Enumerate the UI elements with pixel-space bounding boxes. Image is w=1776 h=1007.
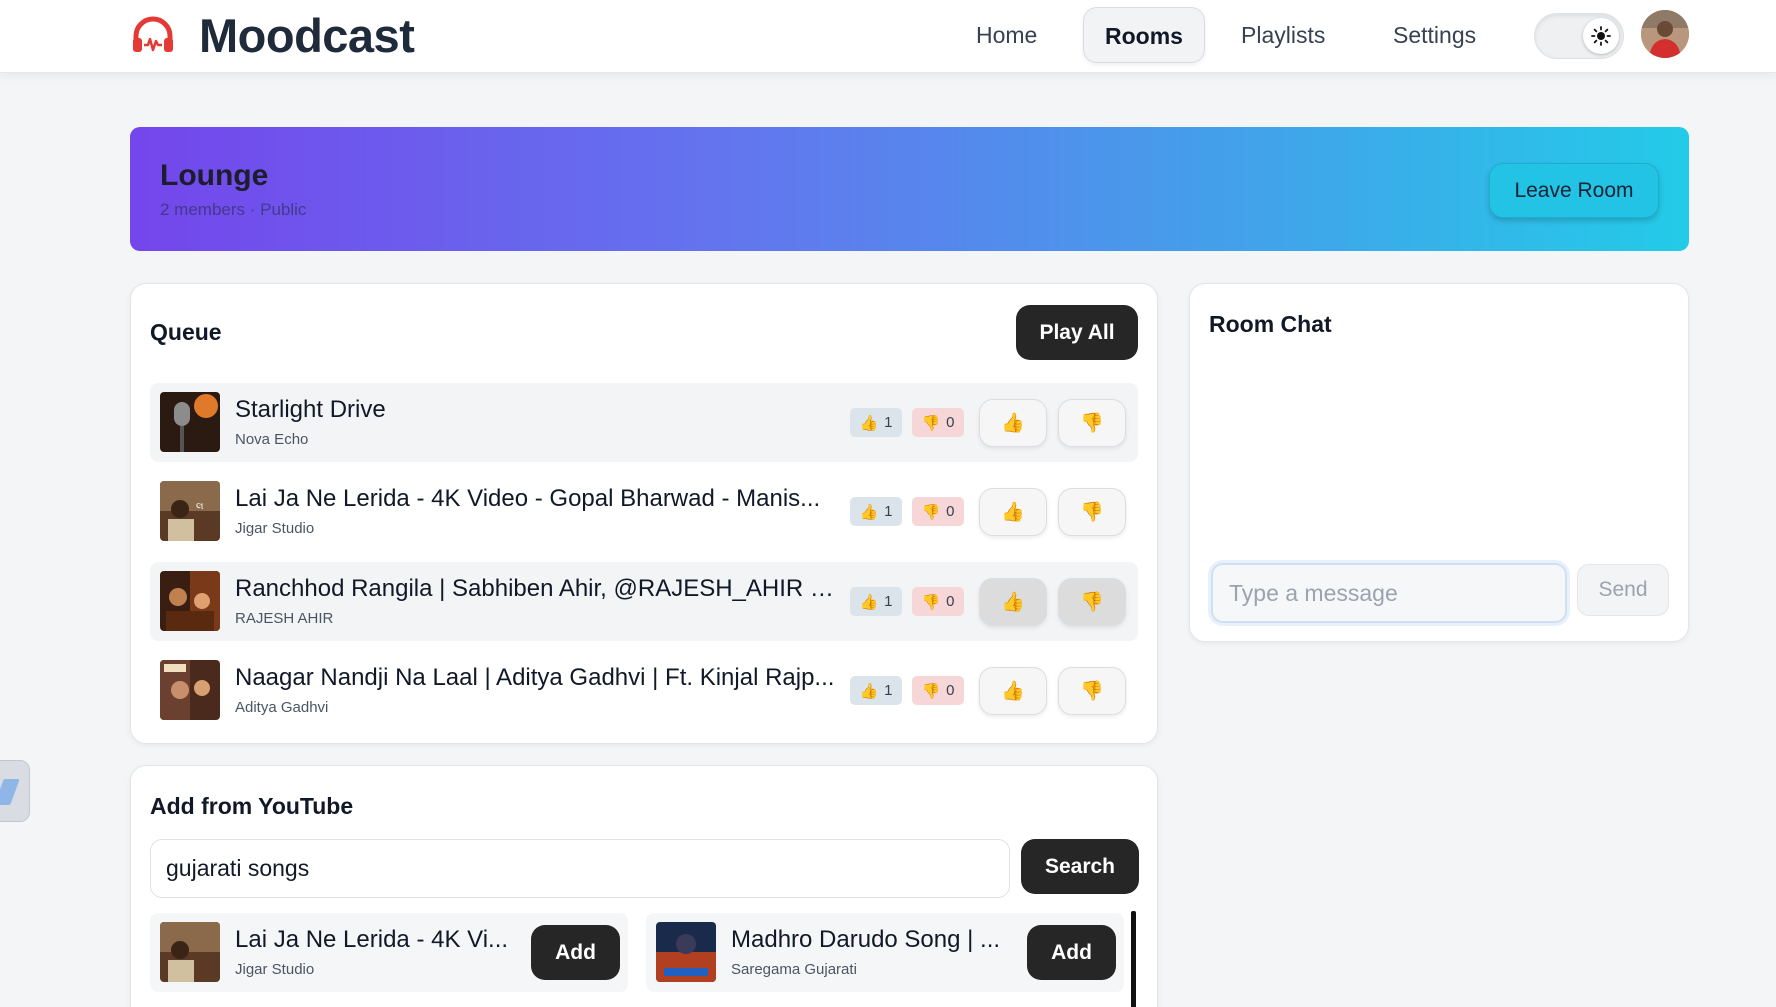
- svg-text:લ: લ: [196, 501, 204, 512]
- room-name: Lounge: [160, 159, 269, 192]
- thumbs-down-icon: 👎: [921, 682, 941, 700]
- like-count: 1: [884, 414, 893, 431]
- thumbs-up-icon: 👍: [859, 682, 879, 700]
- like-count-badge: 👍 1: [850, 408, 902, 437]
- chat-title: Room Chat: [1209, 311, 1332, 337]
- track-title: Ranchhod Rangila | Sabhiben Ahir, @RAJES…: [235, 575, 835, 602]
- queue-title: Queue: [150, 319, 222, 345]
- track-artist: Jigar Studio: [235, 520, 315, 537]
- thumbs-up-icon: 👍: [1001, 413, 1025, 434]
- thumbs-up-icon: 👍: [859, 503, 879, 521]
- dislike-button[interactable]: 👎: [1058, 667, 1126, 715]
- track-artist: RAJESH AHIR: [235, 610, 334, 627]
- room-chat-card: Room Chat Send: [1189, 283, 1689, 642]
- track-thumbnail: [160, 660, 220, 720]
- track-title: Lai Ja Ne Lerida - 4K Video - Gopal Bhar…: [235, 485, 821, 512]
- room-meta: 2 members · Public: [160, 200, 307, 219]
- app-brand[interactable]: Moodcast: [199, 8, 415, 63]
- result-channel: Jigar Studio: [235, 961, 315, 978]
- youtube-title: Add from YouTube: [150, 793, 354, 819]
- thumbs-up-icon: 👍: [859, 414, 879, 432]
- like-count: 1: [884, 682, 893, 699]
- nav-playlists[interactable]: Playlists: [1220, 7, 1346, 63]
- nav-settings[interactable]: Settings: [1372, 7, 1497, 63]
- add-button[interactable]: Add: [1027, 925, 1116, 980]
- dislike-count-badge: 👎 0: [912, 497, 964, 526]
- thumbs-up-icon: 👍: [859, 593, 879, 611]
- search-result[interactable]: Lai Ja Ne Lerida - 4K Vi... Jigar Studio…: [150, 913, 628, 992]
- like-count: 1: [884, 503, 893, 520]
- leave-room-button[interactable]: Leave Room: [1489, 163, 1659, 218]
- thumbs-down-icon: 👎: [921, 503, 941, 521]
- search-button[interactable]: Search: [1021, 839, 1139, 894]
- dislike-count: 0: [946, 593, 955, 610]
- dislike-count: 0: [946, 682, 955, 699]
- results-scrollbar[interactable]: [1131, 911, 1136, 1007]
- side-widget-tab[interactable]: [0, 760, 30, 822]
- queue-item[interactable]: Starlight Drive Nova Echo 👍 1 👎 0 👍 👎: [150, 383, 1138, 462]
- search-result[interactable]: Madhro Darudo Song | ... Saregama Gujara…: [646, 913, 1124, 992]
- lightning-icon: [0, 779, 20, 805]
- nav-home[interactable]: Home: [955, 7, 1058, 63]
- dislike-count: 0: [946, 503, 955, 520]
- dislike-count-badge: 👎 0: [912, 676, 964, 705]
- track-artist: Nova Echo: [235, 431, 309, 448]
- thumbs-up-icon: 👍: [1001, 502, 1025, 523]
- like-count-badge: 👍 1: [850, 676, 902, 705]
- theme-toggle[interactable]: [1534, 13, 1624, 59]
- thumbs-down-icon: 👎: [1080, 681, 1104, 702]
- top-navbar: Moodcast Home Rooms Playlists Settings: [0, 0, 1776, 73]
- thumbs-down-icon: 👎: [921, 593, 941, 611]
- thumbs-down-icon: 👎: [921, 414, 941, 432]
- like-button[interactable]: 👍: [979, 488, 1047, 536]
- queue-item[interactable]: Ranchhod Rangila | Sabhiben Ahir, @RAJES…: [150, 562, 1138, 641]
- track-thumbnail: [160, 571, 220, 631]
- track-title: Naagar Nandji Na Laal | Aditya Gadhvi | …: [235, 664, 835, 691]
- queue-item[interactable]: લ Lai Ja Ne Lerida - 4K Video - Gopal Bh…: [150, 472, 1138, 551]
- dislike-button[interactable]: 👎: [1058, 488, 1126, 536]
- like-button[interactable]: 👍: [979, 667, 1047, 715]
- result-title: Lai Ja Ne Lerida - 4K Vi...: [235, 926, 509, 953]
- chat-message-input[interactable]: [1211, 563, 1567, 623]
- thumbs-down-icon: 👎: [1080, 502, 1104, 523]
- headphones-logo-icon[interactable]: [130, 14, 176, 54]
- dislike-button[interactable]: 👎: [1058, 578, 1126, 626]
- track-title: Starlight Drive: [235, 396, 386, 423]
- result-channel: Saregama Gujarati: [731, 961, 857, 978]
- like-button[interactable]: 👍: [979, 578, 1047, 626]
- result-thumbnail: [656, 922, 716, 982]
- result-thumbnail: [160, 922, 220, 982]
- track-thumbnail: લ: [160, 481, 220, 541]
- dislike-count-badge: 👎 0: [912, 408, 964, 437]
- nav-rooms[interactable]: Rooms: [1083, 7, 1205, 63]
- like-count-badge: 👍 1: [850, 497, 902, 526]
- youtube-search-input[interactable]: [150, 839, 1010, 898]
- dislike-count-badge: 👎 0: [912, 587, 964, 616]
- result-title: Madhro Darudo Song | ...: [731, 926, 1001, 953]
- like-button[interactable]: 👍: [979, 399, 1047, 447]
- send-button[interactable]: Send: [1577, 564, 1669, 616]
- play-all-button[interactable]: Play All: [1016, 305, 1138, 360]
- queue-card: Queue Play All Starlight Drive Nova Echo…: [130, 283, 1158, 744]
- like-count-badge: 👍 1: [850, 587, 902, 616]
- thumbs-up-icon: 👍: [1001, 681, 1025, 702]
- dislike-count: 0: [946, 414, 955, 431]
- track-thumbnail: [160, 392, 220, 452]
- add-button[interactable]: Add: [531, 925, 620, 980]
- like-count: 1: [884, 593, 893, 610]
- sun-icon: [1583, 18, 1619, 54]
- user-avatar[interactable]: [1641, 10, 1689, 58]
- dislike-button[interactable]: 👎: [1058, 399, 1126, 447]
- thumbs-down-icon: 👎: [1080, 592, 1104, 613]
- thumbs-down-icon: 👎: [1080, 413, 1104, 434]
- queue-item[interactable]: Naagar Nandji Na Laal | Aditya Gadhvi | …: [150, 651, 1138, 730]
- room-banner: Lounge 2 members · Public Leave Room: [130, 127, 1689, 251]
- thumbs-up-icon: 👍: [1001, 592, 1025, 613]
- track-artist: Aditya Gadhvi: [235, 699, 329, 716]
- youtube-add-card: Add from YouTube Search Lai Ja Ne Lerida…: [130, 765, 1158, 1007]
